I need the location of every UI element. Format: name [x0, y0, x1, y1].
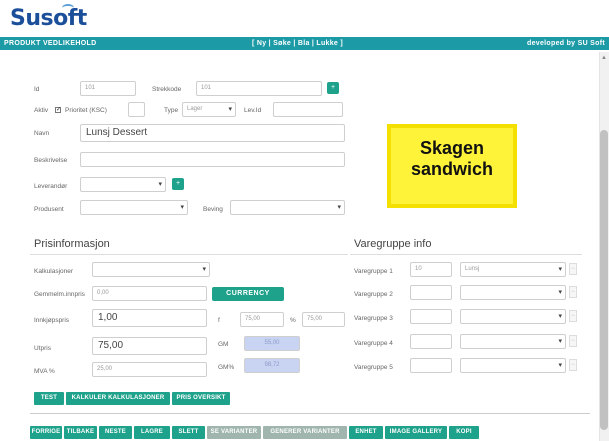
plus-icon: + [175, 180, 181, 187]
se-varianter-button[interactable]: SE VARIANTER [207, 426, 261, 439]
lev-id-field[interactable] [273, 102, 343, 117]
product-image-text: Skagen sandwich [391, 138, 513, 180]
scrollbar-thumb[interactable] [600, 130, 608, 430]
gm-field: 55,00 [244, 336, 300, 351]
strekkode-label: Strekkode [152, 86, 182, 93]
developer-credit: developed by SU Soft [527, 40, 605, 47]
top-bar: PRODUKT VEDLIKEHOLD [ Ny | Søke | Bla | … [0, 37, 609, 50]
gmpct-label: GM% [218, 364, 235, 371]
product-image-line1: Skagen [419, 138, 485, 158]
product-image: Skagen sandwich [387, 124, 517, 208]
logo-swoosh-icon [62, 4, 74, 12]
f-label: f [218, 317, 220, 324]
forrige-button[interactable]: FORRIGE [30, 426, 62, 439]
produsent-select[interactable] [80, 200, 188, 215]
utpris-label: Utpris [34, 345, 51, 352]
varegruppe-remove-button[interactable]: − [569, 359, 577, 371]
utpris-field[interactable]: 75,00 [92, 337, 207, 355]
varegruppe-name-select[interactable] [460, 358, 566, 373]
check-icon: ✓ [56, 107, 62, 113]
generer-varianter-button[interactable]: GENERER VARIANTER [263, 426, 347, 439]
varegruppe-label: Varegruppe 2 [354, 291, 393, 298]
prioritet-field[interactable] [128, 102, 145, 117]
varegruppe-code-field[interactable] [410, 285, 452, 300]
susoft-logo: Susoft [10, 4, 87, 36]
beskrivelse-field[interactable] [80, 152, 345, 167]
plus-icon: + [330, 84, 336, 91]
varegruppe-code-field[interactable]: 10 [410, 262, 452, 277]
top-menu[interactable]: [ Ny | Søke | Bla | Lukke ] [252, 37, 343, 50]
varegruppe-remove-button[interactable]: − [569, 263, 577, 275]
varegruppe-code-field[interactable] [410, 309, 452, 324]
logo-text: Susoft [10, 6, 87, 31]
gmpct-field: 98,72 [244, 358, 300, 373]
beskrivelse-label: Beskrivelse [34, 157, 68, 164]
navn-label: Navn [34, 130, 50, 137]
varegruppe-name-select[interactable] [460, 285, 566, 300]
innkjopspris-label: Innkjøpspris [34, 317, 70, 324]
varegruppe-name-select[interactable] [460, 309, 566, 324]
slett-button[interactable]: SLETT [172, 426, 205, 439]
produsent-label: Produsent [34, 206, 64, 213]
mva-field[interactable]: 25,00 [92, 362, 207, 377]
currency-button[interactable]: CURRENCY [212, 287, 284, 301]
gm-label: GM [218, 341, 229, 348]
innpris-label: Gemmelm.innpris [34, 291, 85, 298]
varegruppe-label: Varegruppe 5 [354, 364, 393, 371]
varegruppe-heading: Varegruppe info [354, 238, 432, 250]
beving-label: Beving [203, 206, 223, 213]
aktiv-checkbox[interactable]: ✓ [55, 107, 61, 113]
scroll-up-icon[interactable]: ▲ [601, 55, 607, 61]
test-button[interactable]: TEST [34, 392, 64, 405]
leverandor-select[interactable] [80, 177, 166, 192]
product-image-line2: sandwich [410, 159, 494, 179]
prioritet-label: Prioritet (KSC) [65, 107, 107, 114]
varegruppe-name-select[interactable] [460, 334, 566, 349]
innpris-field[interactable]: 0,00 [92, 286, 207, 301]
id-field[interactable]: 101 [80, 81, 136, 96]
percent-field[interactable]: 75,00 [302, 312, 345, 327]
varegruppe-remove-button[interactable]: − [569, 335, 577, 347]
mva-label: MVA % [34, 368, 55, 375]
pris-oversikt-button[interactable]: PRIS OVERSIKT [172, 392, 230, 405]
innkjopspris-field[interactable]: 1,00 [92, 309, 207, 327]
varegruppe-label: Varegruppe 3 [354, 315, 393, 322]
kalkuler-kalkulasjoner-button[interactable]: KALKULER KALKULASJONER [66, 392, 170, 405]
kalkulasjoner-label: Kalkulasjoner [34, 268, 74, 275]
varegruppe-code-field[interactable] [410, 334, 452, 349]
prisinformasjon-divider [30, 254, 348, 255]
beving-select[interactable] [230, 200, 345, 215]
bottom-divider [30, 413, 590, 414]
image-gallery-button[interactable]: IMAGE GALLERY [385, 426, 447, 439]
navn-field[interactable]: Lunsj Dessert [80, 124, 345, 142]
lev-id-label: Lev.Id [244, 107, 262, 114]
page-title: PRODUKT VEDLIKEHOLD [4, 40, 97, 47]
leverandor-add-button[interactable]: + [172, 178, 184, 190]
strekkode-add-button[interactable]: + [327, 82, 339, 94]
aktiv-label: Aktiv [34, 107, 49, 114]
varegruppe-label: Varegruppe 4 [354, 340, 393, 347]
id-label: Id [34, 86, 40, 93]
prisinformasjon-heading: Prisinformasjon [34, 238, 110, 250]
varegruppe-name-select[interactable]: Lunsj [460, 262, 566, 277]
strekkode-field[interactable]: 101 [196, 81, 322, 96]
varegruppe-divider [350, 254, 582, 255]
type-select[interactable]: Lager [182, 102, 236, 117]
neste-button[interactable]: NESTE [99, 426, 132, 439]
f-field[interactable]: 75,00 [240, 312, 284, 327]
percent-label: % [290, 317, 296, 324]
kalkulasjoner-select[interactable] [92, 262, 210, 277]
leverandor-label: Leverandør [34, 183, 68, 190]
kopi-button[interactable]: KOPI [449, 426, 479, 439]
varegruppe-remove-button[interactable]: − [569, 310, 577, 322]
varegruppe-code-field[interactable] [410, 358, 452, 373]
type-label: Type [164, 107, 179, 114]
varegruppe-label: Varegruppe 1 [354, 268, 393, 275]
enhet-button[interactable]: ENHET [349, 426, 383, 439]
varegruppe-remove-button[interactable]: − [569, 286, 577, 298]
lagre-button[interactable]: LAGRE [134, 426, 170, 439]
tilbake-button[interactable]: TILBAKE [64, 426, 97, 439]
